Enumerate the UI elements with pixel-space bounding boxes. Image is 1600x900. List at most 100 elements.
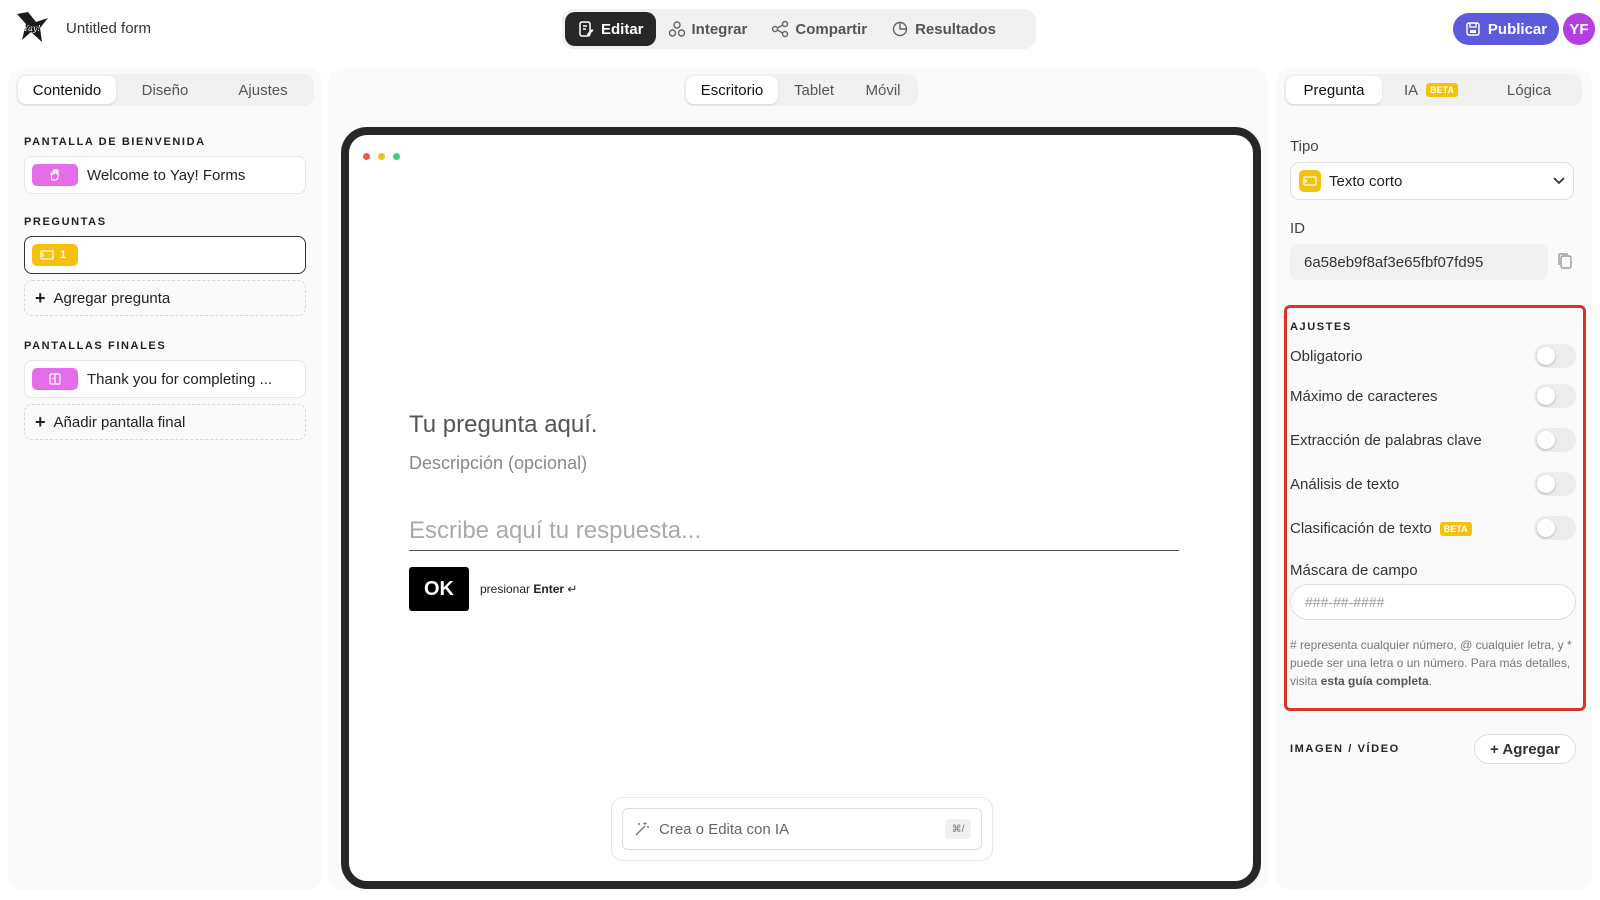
toggle-row-obligatorio: Obligatorio (1290, 344, 1576, 368)
toggle-row-max-chars: Máximo de caracteres (1290, 384, 1576, 408)
tab-logica[interactable]: Lógica (1480, 76, 1578, 104)
beta-badge: BETA (1426, 83, 1459, 97)
add-ending-button[interactable]: + Añadir pantalla final (24, 404, 306, 440)
add-media-button[interactable]: + Agregar (1474, 734, 1576, 764)
integrate-icon (668, 21, 685, 37)
chevron-down-icon (1553, 177, 1565, 185)
type-value: Texto corto (1329, 172, 1403, 190)
ai-shortcut: ⌘/ (945, 819, 971, 839)
window-dots (363, 153, 400, 160)
enter-hint: presionar Enter ↵ (480, 582, 577, 596)
right-panel-tabs: Pregunta IA BETA Lógica (1284, 74, 1582, 106)
short-text-icon (40, 250, 54, 260)
tab-ajustes[interactable]: Ajustes (214, 76, 312, 104)
publish-button[interactable]: Publicar (1453, 13, 1559, 45)
questions-section-label: PREGUNTAS (24, 216, 107, 228)
svg-text:Yay!: Yay! (23, 24, 40, 33)
welcome-section-label: PANTALLA DE BIENVENIDA (24, 136, 206, 148)
avatar[interactable]: YF (1563, 13, 1595, 45)
main-tabs: Editar Integrar Compartir Resultados (562, 9, 1036, 49)
welcome-screen-item[interactable]: Welcome to Yay! Forms (24, 156, 306, 194)
tab-contenido[interactable]: Contenido (18, 76, 116, 104)
answer-input[interactable]: Escribe aquí tu respuesta... (409, 511, 1179, 551)
ending-item-text: Thank you for completing ... (87, 370, 273, 388)
mask-input[interactable]: ###-##-#### (1290, 584, 1576, 620)
add-question-button[interactable]: + Agregar pregunta (24, 280, 306, 316)
save-icon (1466, 22, 1480, 36)
plus-icon: + (35, 411, 46, 432)
id-label: ID (1290, 220, 1305, 237)
results-icon (892, 21, 908, 37)
beta-badge: BETA (1439, 521, 1472, 536)
tab-integrar-label: Integrar (691, 20, 748, 38)
ending-chip (32, 368, 78, 390)
toggle-row-classification: Clasificación de texto BETA (1290, 516, 1576, 540)
toggle-switch[interactable] (1534, 384, 1576, 408)
tab-ia-label: IA (1403, 81, 1419, 99)
hint-key: Enter (533, 582, 565, 596)
tab-editar-label: Editar (601, 20, 644, 38)
tab-resultados[interactable]: Resultados (879, 12, 1008, 46)
welcome-chip (32, 164, 78, 186)
toggle-switch[interactable] (1534, 428, 1576, 452)
add-question-label: Agregar pregunta (53, 289, 171, 307)
tab-resultados-label: Resultados (915, 20, 996, 38)
toggle-label: Extracción de palabras clave (1290, 431, 1482, 449)
mask-label: Máscara de campo (1290, 562, 1418, 579)
tab-compartir-label: Compartir (795, 20, 868, 38)
endings-section-label: PANTALLAS FINALES (24, 340, 167, 352)
mask-help-period: . (1428, 674, 1433, 688)
ok-button[interactable]: OK (409, 567, 469, 611)
device-tabs: Escritorio Tablet Móvil (684, 74, 918, 106)
return-icon: ↵ (567, 582, 578, 596)
ai-prompt-input[interactable]: Crea o Edita con IA ⌘/ (622, 808, 982, 850)
device-preview-frame: Tu pregunta aquí. Descripción (opcional)… (341, 127, 1261, 889)
toggle-switch[interactable] (1534, 472, 1576, 496)
ending-screen-item[interactable]: Thank you for completing ... (24, 360, 306, 398)
tab-editar[interactable]: Editar (565, 12, 656, 46)
tab-diseno[interactable]: Diseño (116, 76, 214, 104)
toggle-switch[interactable] (1534, 344, 1576, 368)
form-title[interactable]: Untitled form (66, 20, 151, 37)
ai-prompt-container: Crea o Edita con IA ⌘/ (611, 797, 993, 861)
toggle-label: Máximo de caracteres (1290, 387, 1438, 405)
tab-ia[interactable]: IA BETA (1382, 76, 1480, 104)
toggle-row-keywords: Extracción de palabras clave (1290, 428, 1576, 452)
tab-tablet[interactable]: Tablet (778, 76, 850, 104)
question-description[interactable]: Descripción (opcional) (409, 453, 587, 474)
media-section-label: IMAGEN / VÍDEO (1290, 743, 1400, 755)
hand-wave-icon (50, 168, 59, 181)
tab-pregunta[interactable]: Pregunta (1286, 76, 1382, 104)
ai-prompt-placeholder: Crea o Edita con IA (659, 820, 790, 838)
yay-forms-logo-icon[interactable]: Yay! (14, 10, 50, 46)
settings-title: AJUSTES (1290, 321, 1352, 333)
top-bar: Yay! Untitled form Editar Integrar Compa… (0, 0, 1600, 62)
left-panel-tabs: Contenido Diseño Ajustes (16, 74, 314, 106)
tab-compartir[interactable]: Compartir (759, 12, 879, 46)
toggle-label: Clasificación de texto (1290, 519, 1432, 537)
hint-prefix: presionar (480, 582, 531, 596)
toggle-switch[interactable] (1534, 516, 1576, 540)
question-number: 1 (60, 249, 67, 261)
question-item-1[interactable]: 1 (24, 236, 306, 274)
toggle-row-text-analysis: Análisis de texto (1290, 472, 1576, 496)
id-field[interactable]: 6a58eb9f8af3e65fbf07fd95 (1290, 244, 1548, 280)
short-text-icon (1299, 170, 1321, 192)
tab-escritorio[interactable]: Escritorio (686, 76, 778, 104)
copy-icon[interactable] (1556, 252, 1574, 270)
type-label: Tipo (1290, 138, 1319, 155)
yellow-dot (378, 153, 385, 160)
welcome-item-text: Welcome to Yay! Forms (87, 166, 246, 184)
question-title[interactable]: Tu pregunta aquí. (409, 411, 598, 439)
toggle-label: Obligatorio (1290, 347, 1363, 365)
toggle-label-wrap: Clasificación de texto BETA (1290, 520, 1472, 537)
question-chip: 1 (32, 244, 78, 266)
tab-integrar[interactable]: Integrar (656, 12, 760, 46)
type-select[interactable]: Texto corto (1290, 162, 1574, 200)
tab-movil[interactable]: Móvil (850, 76, 916, 104)
publish-label: Publicar (1487, 20, 1548, 38)
mask-help-link[interactable]: esta guía completa (1321, 674, 1429, 688)
edit-icon (579, 21, 594, 37)
add-ending-label: Añadir pantalla final (53, 413, 186, 431)
share-icon (772, 20, 789, 38)
